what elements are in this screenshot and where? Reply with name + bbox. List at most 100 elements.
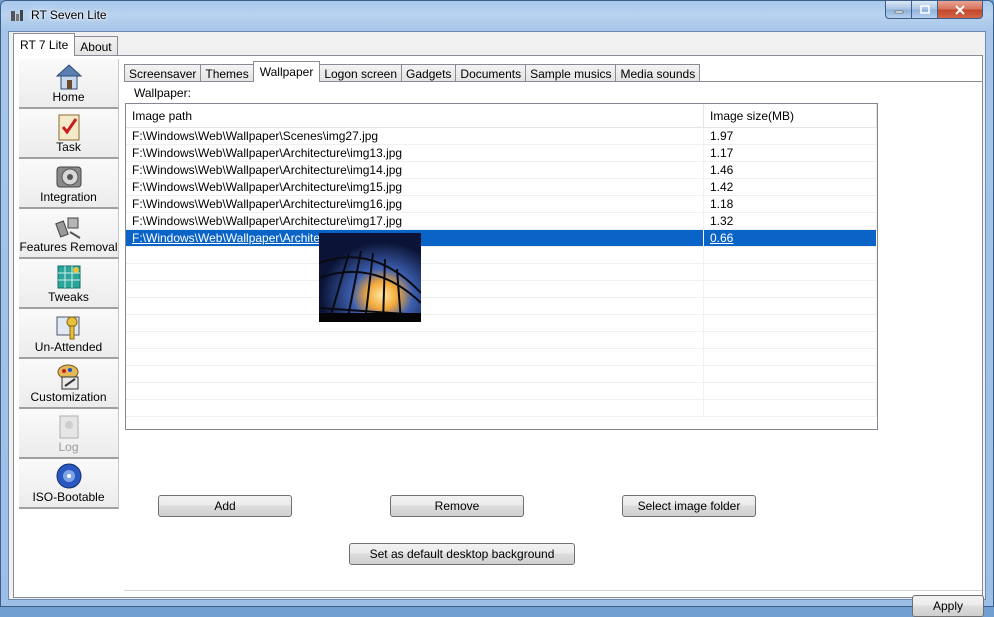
empty-cell [126, 366, 704, 382]
tab-sample-musics[interactable]: Sample musics [525, 64, 617, 82]
footer-divider [124, 590, 982, 591]
column-header-image-path[interactable]: Image path [126, 104, 704, 128]
sidebar: Home Task Integration Features Removal T… [19, 59, 119, 509]
empty-cell [704, 298, 877, 314]
main-content: Screensaver Themes Wallpaper Logon scree… [124, 59, 984, 617]
empty-cell [704, 332, 877, 348]
close-icon [955, 4, 965, 15]
sidebar-item-log[interactable]: Log [19, 409, 119, 459]
sidebar-item-label: Integration [40, 190, 97, 204]
app-window: RT Seven Lite RT 7 Lite About Home Task … [0, 0, 994, 617]
image-size-cell: 1.46 [704, 162, 877, 178]
tab-wallpaper[interactable]: Wallpaper [252, 61, 321, 82]
wallpaper-group-label: Wallpaper: [134, 86, 191, 100]
tab-media-sounds[interactable]: Media sounds [615, 64, 701, 82]
image-path-cell: F:\Windows\Web\Wallpaper\Architecture\im… [126, 196, 704, 212]
empty-row [126, 281, 877, 298]
tab-label: Gadgets [406, 66, 452, 81]
maximize-icon [919, 5, 930, 14]
image-size-cell: 1.18 [704, 196, 877, 212]
table-row[interactable]: F:\Windows\Web\Wallpaper\Architecture\im… [126, 179, 877, 196]
minimize-button[interactable] [885, 1, 912, 19]
empty-row [126, 366, 877, 383]
sidebar-item-label: Task [56, 140, 81, 154]
tab-gadgets[interactable]: Gadgets [401, 64, 457, 82]
home-icon [55, 64, 83, 90]
tab-themes[interactable]: Themes [200, 64, 254, 82]
empty-row [126, 332, 877, 349]
empty-cell [704, 349, 877, 365]
tab-label: About [80, 39, 112, 54]
minimize-icon [894, 10, 903, 13]
empty-row [126, 400, 877, 417]
sidebar-item-iso-bootable[interactable]: ISO-Bootable [19, 459, 119, 509]
sidebar-item-label: ISO-Bootable [32, 490, 105, 504]
empty-row [126, 264, 877, 281]
features-removal-icon [55, 217, 81, 239]
table-row[interactable]: F:\Windows\Web\Wallpaper\Scenes\img27.jp… [126, 128, 877, 145]
table-row[interactable]: F:\Windows\Web\Wallpaper\Architecture\im… [126, 145, 877, 162]
image-size-cell: 1.17 [704, 145, 877, 161]
empty-cell [704, 247, 877, 263]
wallpaper-list[interactable]: Image path Image size(MB) F:\Windows\Web… [125, 103, 878, 430]
table-row[interactable]: F:\Windows\Web\Wallpaper\Architecture\im… [126, 196, 877, 213]
tab-rt7lite[interactable]: RT 7 Lite [13, 33, 76, 56]
table-row[interactable]: F:\Windows\Web\Wallpaper\Architecture\im… [126, 213, 877, 230]
tab-logon-screen[interactable]: Logon screen [319, 64, 403, 82]
empty-row [126, 247, 877, 264]
sidebar-item-features-removal[interactable]: Features Removal [19, 209, 119, 259]
sidebar-item-integration[interactable]: Integration [19, 159, 119, 209]
sidebar-item-customization[interactable]: Customization [19, 359, 119, 409]
tab-label: Screensaver [129, 66, 197, 81]
image-size-cell: 1.32 [704, 213, 877, 229]
sidebar-item-unattended[interactable]: Un-Attended [19, 309, 119, 359]
add-button[interactable]: Add [158, 495, 292, 517]
image-path-cell: F:\Windows\Web\Wallpaper\Architecture\im… [126, 179, 704, 195]
sidebar-item-label: Log [58, 440, 79, 454]
tab-label: Themes [205, 66, 249, 81]
image-size-cell: 1.97 [704, 128, 877, 144]
set-default-background-button[interactable]: Set as default desktop background [349, 543, 575, 565]
apply-button[interactable]: Apply [912, 595, 984, 617]
empty-cell [704, 264, 877, 280]
tab-label: Documents [460, 66, 522, 81]
remove-button[interactable]: Remove [390, 495, 524, 517]
column-header-image-size[interactable]: Image size(MB) [704, 104, 877, 128]
empty-cell [704, 383, 877, 399]
tab-screensaver[interactable]: Screensaver [124, 64, 202, 82]
sidebar-item-task[interactable]: Task [19, 109, 119, 159]
image-path-cell: F:\Windows\Web\Wallpaper\Scenes\img27.jp… [126, 128, 704, 144]
empty-cell [704, 315, 877, 331]
outer-tab-panel: Home Task Integration Features Removal T… [13, 55, 984, 617]
tab-label: Sample musics [530, 66, 612, 81]
select-image-folder-button[interactable]: Select image folder [622, 495, 756, 517]
sidebar-item-tweaks[interactable]: Tweaks [19, 259, 119, 309]
table-row[interactable]: F:\Windows\Web\Wallpaper\Architecture\im… [126, 230, 877, 247]
log-icon [59, 415, 79, 439]
sidebar-item-label: Tweaks [48, 290, 89, 304]
tab-about[interactable]: About [74, 36, 118, 56]
empty-row [126, 383, 877, 400]
customization-palette-icon [57, 364, 79, 390]
maximize-button[interactable] [912, 1, 938, 19]
sidebar-item-home[interactable]: Home [19, 59, 119, 109]
table-row[interactable]: F:\Windows\Web\Wallpaper\Architecture\im… [126, 162, 877, 179]
image-path-cell: F:\Windows\Web\Wallpaper\Architecture\im… [126, 145, 704, 161]
iso-disc-icon [56, 463, 82, 489]
inner-tab-strip: Screensaver Themes Wallpaper Logon scree… [124, 61, 701, 82]
tab-label: Wallpaper [259, 65, 314, 79]
empty-row [126, 349, 877, 366]
list-header: Image path Image size(MB) [126, 104, 877, 128]
image-path-cell: F:\Windows\Web\Wallpaper\Architecture\im… [126, 213, 704, 229]
image-size-cell: 0.66 [704, 230, 877, 246]
empty-cell [126, 349, 704, 365]
window-title: RT Seven Lite [31, 8, 107, 22]
empty-cell [704, 366, 877, 382]
tab-documents[interactable]: Documents [455, 64, 527, 82]
empty-cell [126, 400, 704, 416]
title-bar[interactable]: RT Seven Lite [1, 1, 993, 31]
client-area: RT 7 Lite About Home Task Integration Fe… [8, 31, 986, 617]
empty-row [126, 315, 877, 332]
image-path-cell: F:\Windows\Web\Wallpaper\Architecture\im… [126, 162, 704, 178]
close-button[interactable] [938, 1, 983, 19]
